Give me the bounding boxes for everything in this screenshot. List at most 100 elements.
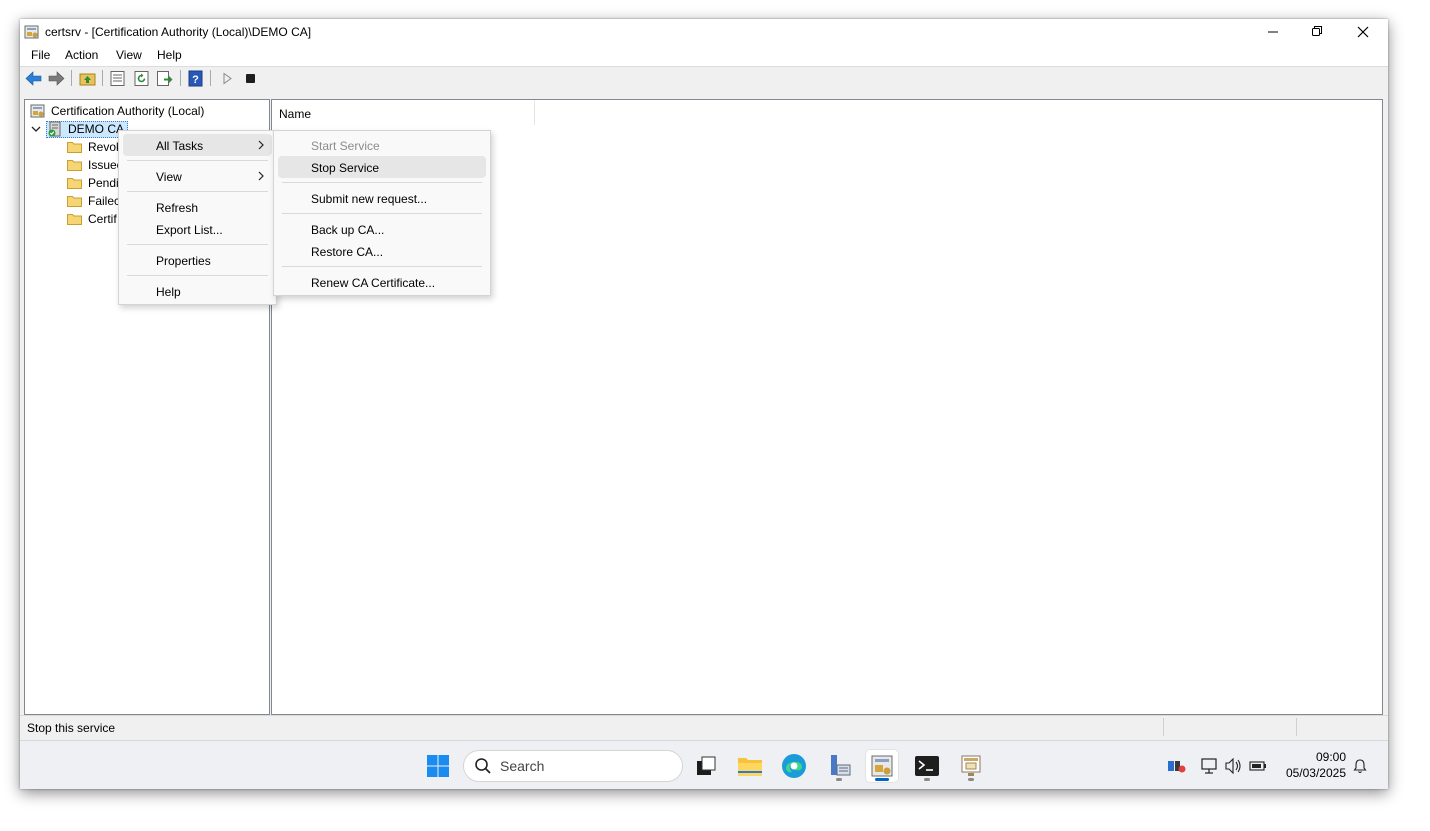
menu-action[interactable]: Action (65, 48, 98, 62)
ctx-view[interactable]: View (123, 165, 272, 187)
edge-browser-button[interactable] (778, 750, 810, 782)
forward-arrow-icon[interactable] (48, 70, 65, 87)
certsrv-taskbar-icon (871, 755, 893, 777)
export-icon[interactable] (156, 70, 173, 87)
server-manager-button[interactable] (823, 750, 855, 782)
refresh-icon[interactable] (133, 70, 150, 87)
mmc-button[interactable] (955, 750, 987, 782)
menu-help[interactable]: Help (157, 48, 182, 62)
tree-item-label: Revok (88, 140, 123, 154)
title-bar[interactable]: certsrv - [Certification Authority (Loca… (20, 19, 1388, 44)
tree-item-label: Pendi (88, 176, 119, 190)
folder-icon (67, 178, 82, 189)
tree-item-demo-ca[interactable]: DEMO CA (30, 120, 129, 138)
mmc-icon (961, 755, 981, 776)
minimize-button[interactable] (1250, 19, 1296, 44)
certsrv-taskbar-button[interactable] (866, 750, 898, 782)
tree-item-pending[interactable]: Pendi (67, 174, 119, 192)
properties-icon[interactable] (109, 70, 126, 87)
ctx-refresh-label: Refresh (156, 201, 199, 215)
back-arrow-icon[interactable] (25, 70, 42, 87)
toolbar: ? (20, 67, 1388, 90)
search-icon (475, 758, 491, 774)
column-header-name[interactable]: Name (272, 100, 535, 125)
ctx-all-tasks-label: All Tasks (156, 139, 204, 153)
ctx-properties[interactable]: Properties (123, 249, 272, 271)
chevron-down-icon[interactable] (30, 123, 42, 135)
sub-backup-ca-label: Back up CA... (311, 223, 385, 237)
demo-ca-label: DEMO CA (68, 122, 125, 136)
network-adapter-icon[interactable] (1167, 758, 1187, 774)
ctx-export-list[interactable]: Export List... (123, 218, 272, 240)
notification-bell-icon[interactable] (1352, 758, 1368, 774)
close-button[interactable] (1340, 19, 1386, 44)
minimize-icon (1267, 31, 1278, 33)
tree-item-issued[interactable]: Issuec (67, 156, 123, 174)
certification-authority-icon (30, 104, 45, 118)
server-manager-icon (831, 755, 851, 776)
sub-stop-service[interactable]: Stop Service (278, 156, 486, 178)
tree-root[interactable]: Certification Authority (Local) (30, 102, 204, 120)
ctx-all-tasks[interactable]: All Tasks (123, 134, 272, 156)
folder-icon (67, 196, 82, 207)
folder-icon (67, 214, 82, 225)
status-text: Stop this service (27, 721, 116, 735)
ctx-view-label: View (156, 170, 182, 184)
svg-text:?: ? (192, 74, 199, 86)
sub-submit-request[interactable]: Submit new request... (278, 187, 486, 209)
ctx-properties-label: Properties (156, 254, 211, 268)
sub-restore-ca[interactable]: Restore CA... (278, 240, 486, 262)
menu-bar: File Action View Help (20, 44, 1388, 67)
task-view-button[interactable] (690, 750, 722, 782)
start-service-icon[interactable] (219, 70, 236, 87)
edge-icon (782, 754, 806, 778)
taskbar: Search 09:00 05/03/2025 (20, 740, 1388, 789)
ctx-help[interactable]: Help (123, 280, 272, 302)
all-tasks-submenu: Start Service Stop Service Submit new re… (273, 130, 491, 296)
context-menu: All Tasks View Refresh Export List... Pr… (118, 130, 277, 305)
restore-icon (1311, 26, 1322, 36)
search-placeholder: Search (500, 758, 545, 774)
up-folder-icon[interactable] (79, 70, 96, 87)
stop-service-icon[interactable] (242, 70, 259, 87)
folder-icon (67, 160, 82, 171)
sub-start-service-label: Start Service (311, 139, 380, 153)
volume-icon[interactable] (1225, 758, 1243, 774)
folder-icon (67, 142, 82, 153)
chevron-right-icon (258, 171, 264, 181)
ctx-refresh[interactable]: Refresh (123, 196, 272, 218)
menu-file[interactable]: File (31, 48, 50, 62)
task-view-icon (697, 756, 716, 775)
sub-backup-ca[interactable]: Back up CA... (278, 218, 486, 240)
tree-item-label: Failec (88, 194, 121, 208)
clock[interactable]: 09:00 05/03/2025 (1278, 749, 1346, 781)
ctx-export-list-label: Export List... (156, 223, 223, 237)
sub-submit-request-label: Submit new request... (311, 192, 428, 206)
restore-button[interactable] (1294, 19, 1340, 44)
tree-item-revoked[interactable]: Revok (67, 138, 122, 156)
file-explorer-button[interactable] (734, 750, 766, 782)
windows-logo-icon (427, 755, 449, 777)
certsrv-window: certsrv - [Certification Authority (Loca… (20, 19, 1388, 789)
clock-time: 09:00 (1315, 750, 1346, 764)
demo-ca-selection: DEMO CA (46, 120, 129, 138)
file-explorer-icon (738, 758, 762, 776)
sub-start-service: Start Service (278, 134, 486, 156)
sub-restore-ca-label: Restore CA... (311, 245, 384, 259)
tree-item-failed[interactable]: Failec (67, 192, 120, 210)
network-icon[interactable] (1201, 758, 1219, 774)
ctx-help-label: Help (156, 285, 181, 299)
help-icon[interactable]: ? (187, 70, 204, 87)
certsrv-app-icon (24, 25, 39, 39)
battery-icon[interactable] (1249, 758, 1267, 774)
ca-server-icon (48, 121, 61, 137)
menu-view[interactable]: View (116, 48, 142, 62)
tree-root-label: Certification Authority (Local) (51, 104, 205, 118)
tree-item-certificate-templates[interactable]: Certif (67, 210, 117, 228)
sub-renew-ca-certificate[interactable]: Renew CA Certificate... (278, 271, 486, 293)
status-bar: Stop this service (20, 715, 1388, 738)
start-button[interactable] (422, 750, 454, 782)
terminal-button[interactable] (911, 750, 943, 782)
column-header-name-label: Name (279, 107, 312, 121)
taskbar-search[interactable]: Search (463, 750, 683, 782)
